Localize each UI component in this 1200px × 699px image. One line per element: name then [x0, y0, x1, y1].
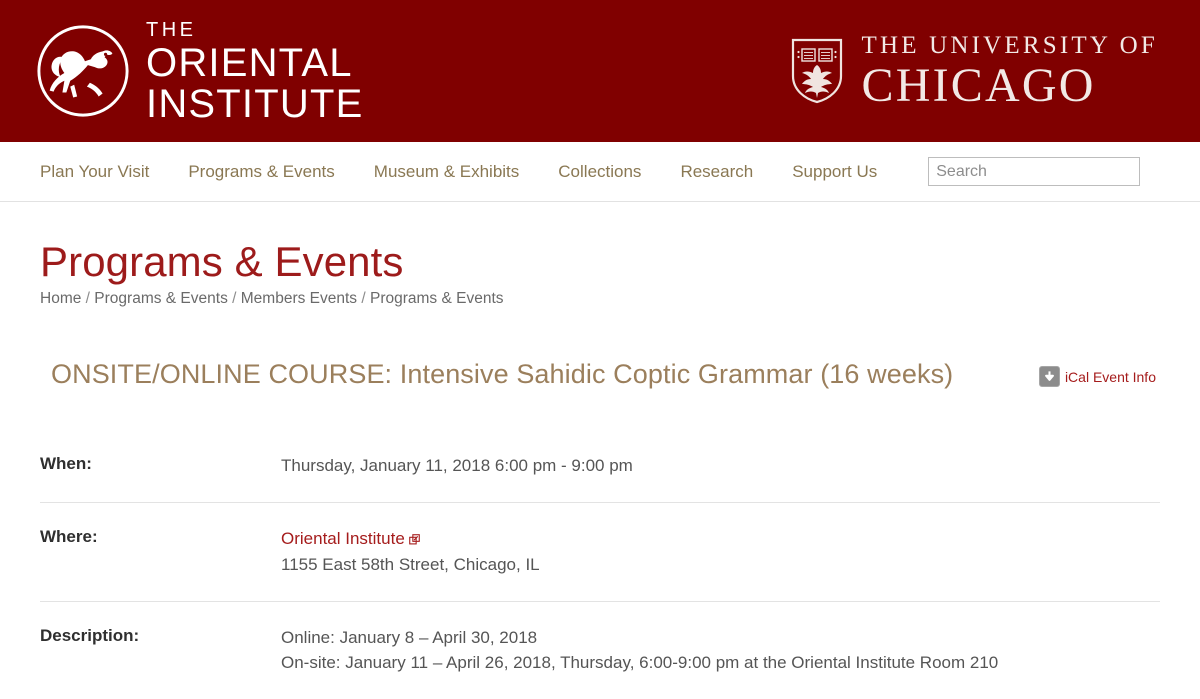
nav-item-plan-your-visit[interactable]: Plan Your Visit: [40, 162, 149, 182]
detail-value-description: Online: January 8 – April 30, 2018 On-si…: [281, 625, 998, 676]
nav-item-programs-events[interactable]: Programs & Events: [188, 162, 334, 182]
uchicago-wordmark: THE UNIVERSITY OF CHICAGO: [861, 33, 1158, 110]
breadcrumb-item-current: Programs & Events: [370, 290, 504, 307]
oi-wordmark-line1: THE: [146, 19, 197, 41]
breadcrumb-item-members-events[interactable]: Members Events: [241, 290, 357, 307]
uchicago-wordmark-line2: CHICAGO: [861, 58, 1096, 112]
breadcrumb-item-programs-events[interactable]: Programs & Events: [94, 290, 228, 307]
nav-item-museum-exhibits[interactable]: Museum & Exhibits: [374, 162, 520, 182]
breadcrumb: Home / Programs & Events / Members Event…: [40, 290, 1160, 308]
download-arrow-icon: [1038, 366, 1060, 387]
site-header: THE ORIENTAL INSTITUTE THE UNIVERSITY OF…: [0, 0, 1200, 142]
description-line-onsite: On-site: January 11 – April 26, 2018, Th…: [281, 653, 999, 673]
nav-item-support-us[interactable]: Support Us: [792, 162, 877, 182]
detail-row-description: Description: Online: January 8 – April 3…: [40, 602, 1160, 699]
page-title: Programs & Events: [40, 238, 404, 285]
ical-event-info-label: iCal Event Info: [1064, 368, 1156, 385]
event-title: ONSITE/ONLINE COURSE: Intensive Sahidic …: [51, 359, 954, 389]
event-header: ONSITE/ONLINE COURSE: Intensive Sahidic …: [40, 358, 1160, 390]
oriental-institute-winged-lion-icon: [34, 22, 132, 120]
detail-label-where: Where:: [40, 526, 98, 546]
when-datetime: Thursday, January 11, 2018 6:00 pm - 9:0…: [281, 456, 633, 476]
breadcrumb-separator: /: [232, 290, 237, 307]
uchicago-logo[interactable]: THE UNIVERSITY OF CHICAGO: [791, 33, 1158, 110]
search-input[interactable]: [928, 157, 1141, 186]
uchicago-shield-icon: [791, 38, 843, 104]
event-details: When: Thursday, January 11, 2018 6:00 pm…: [40, 453, 1160, 699]
uchicago-wordmark-line1: THE UNIVERSITY OF: [861, 31, 1158, 59]
detail-row-when: When: Thursday, January 11, 2018 6:00 pm…: [40, 453, 1160, 503]
venue-address: 1155 East 58th Street, Chicago, IL: [281, 555, 540, 575]
ical-event-info-button[interactable]: iCal Event Info: [1038, 366, 1160, 387]
breadcrumb-item-home[interactable]: Home: [40, 290, 81, 307]
external-link-icon: [408, 527, 420, 553]
detail-label-description: Description:: [40, 625, 140, 645]
breadcrumb-separator: /: [361, 290, 366, 307]
breadcrumb-separator: /: [85, 290, 90, 307]
oriental-institute-wordmark: THE ORIENTAL INSTITUTE: [146, 18, 363, 124]
oi-wordmark-line3: INSTITUTE: [146, 82, 364, 126]
oriental-institute-logo[interactable]: THE ORIENTAL INSTITUTE: [34, 18, 363, 124]
oi-wordmark-line2: ORIENTAL: [146, 41, 353, 85]
nav-item-research[interactable]: Research: [680, 162, 753, 182]
search-box: [928, 157, 1141, 186]
detail-value-where: Oriental Institute 1155 East 58th Street…: [281, 526, 540, 578]
detail-value-when: Thursday, January 11, 2018 6:00 pm - 9:0…: [281, 453, 633, 479]
nav-item-collections[interactable]: Collections: [558, 162, 641, 182]
detail-label-when: When:: [40, 454, 92, 474]
page-content: Programs & Events Home / Programs & Even…: [0, 238, 1200, 699]
venue-link[interactable]: Oriental Institute: [281, 529, 405, 548]
main-navigation: Plan Your Visit Programs & Events Museum…: [0, 142, 1200, 202]
description-line-online: Online: January 8 – April 30, 2018: [281, 627, 538, 647]
detail-row-where: Where: Oriental Institute 1155 East 58th…: [40, 503, 1160, 602]
